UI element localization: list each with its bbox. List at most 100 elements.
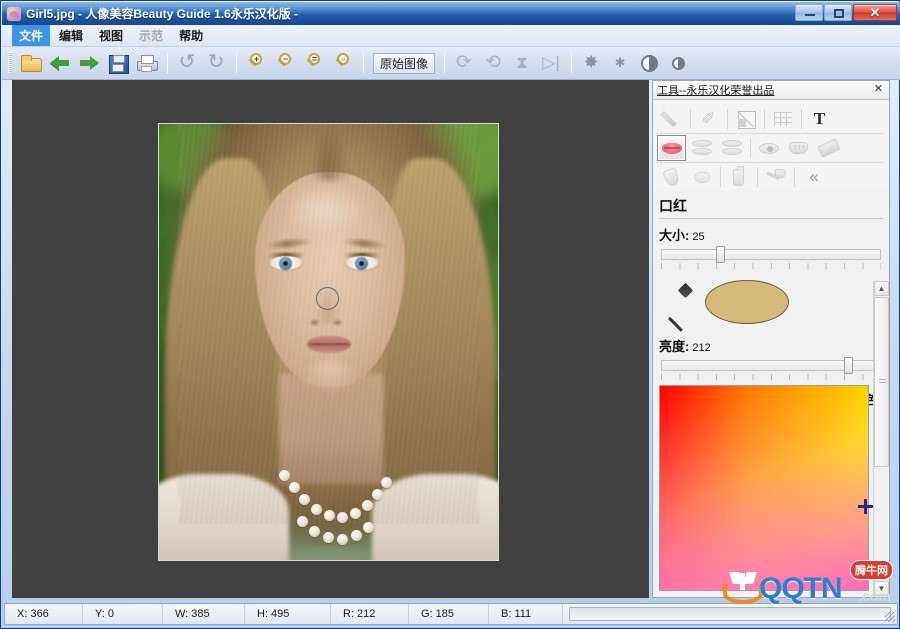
- tool-panel-title: 工具--永乐汉化荣誉出品: [657, 82, 774, 98]
- flip-vertical-button: ⧗: [508, 50, 536, 77]
- smudge-tool-icon: [662, 167, 680, 187]
- open-file-button[interactable]: [17, 50, 45, 77]
- crop-tool-button[interactable]: [731, 106, 760, 132]
- status-blue: B: 111: [489, 604, 563, 624]
- tool-divider: [794, 167, 795, 187]
- scroll-down-icon[interactable]: ▼: [874, 581, 889, 596]
- text-tool-button[interactable]: T: [805, 106, 834, 132]
- zoom-fit-button[interactable]: ▫: [329, 50, 357, 77]
- cheek-tool-b-button[interactable]: [717, 135, 746, 161]
- brush-icon: [766, 168, 786, 186]
- makeup-brush-tool-button[interactable]: [761, 164, 790, 190]
- window-frame: Girl5.jpg - 人像美容Beauty Guide 1.6永乐汉化版 - …: [0, 0, 900, 629]
- color-gradient-picker[interactable]: [659, 385, 869, 591]
- foundation-tool-button[interactable]: [724, 164, 753, 190]
- zoom-fit-icon: ▫: [332, 52, 354, 74]
- text-tool-icon: T: [809, 108, 831, 130]
- contrast-up-button[interactable]: [635, 50, 663, 77]
- eye-tool-icon: [759, 143, 779, 154]
- status-red: R: 212: [331, 604, 409, 624]
- scroll-up-icon[interactable]: ▲: [874, 281, 889, 296]
- grid-tool-button[interactable]: [768, 106, 797, 132]
- tool-grid: ✐ T: [653, 100, 889, 191]
- size-slider[interactable]: [661, 246, 881, 270]
- smudge-tool-button[interactable]: [657, 164, 686, 190]
- zoom-actual-button[interactable]: =: [300, 50, 328, 77]
- curve-tool-button[interactable]: ✐: [694, 106, 723, 132]
- size-slider-ticks: [661, 263, 881, 269]
- bottle-icon: [733, 169, 744, 186]
- toolbar-grip[interactable]: [8, 52, 12, 74]
- menu-item-edit[interactable]: 编辑: [52, 25, 90, 46]
- print-button[interactable]: [133, 50, 161, 77]
- panel-scrollbar[interactable]: ▲ ▼: [873, 281, 888, 596]
- menu-item-help[interactable]: 帮助: [172, 25, 210, 46]
- brightness-label: 亮度: 212: [659, 336, 883, 355]
- rotate-ccw-icon: ⟲: [482, 52, 504, 74]
- scrollbar-thumb[interactable]: [874, 297, 889, 467]
- tool-row-retouch: «: [657, 162, 885, 191]
- flip-horizontal-icon: ▷|◁: [540, 52, 562, 74]
- pearl-necklace: [277, 460, 395, 552]
- photo-image[interactable]: [158, 123, 499, 561]
- brightness-slider-thumb[interactable]: [844, 357, 853, 374]
- original-image-button[interactable]: 原始图像: [373, 53, 435, 74]
- tool-row-shapes: ✐ T: [657, 104, 885, 133]
- tool-panel: 工具--永乐汉化荣誉出品 ✕ ✐: [652, 80, 890, 598]
- tool-divider: [750, 138, 751, 158]
- brightness-down-button[interactable]: ✱: [606, 50, 634, 77]
- zoom-in-button[interactable]: +: [242, 50, 270, 77]
- brightness-slider-ticks: [661, 374, 881, 380]
- size-slider-track[interactable]: [661, 249, 881, 260]
- eye-tool-button[interactable]: [754, 135, 783, 161]
- size-label: 大小: 25: [659, 225, 883, 244]
- eraser-tool-button[interactable]: [814, 135, 843, 161]
- close-button[interactable]: ✕: [853, 4, 897, 21]
- nostril-right: [334, 320, 341, 325]
- menu-item-view[interactable]: 视图: [92, 25, 130, 46]
- cheek-tool-a-button[interactable]: [687, 135, 716, 161]
- current-color-swatch[interactable]: [705, 280, 789, 324]
- panel-close-icon[interactable]: ✕: [872, 83, 885, 96]
- contrast-up-icon: [641, 55, 658, 72]
- chin-highlight: [299, 360, 361, 394]
- lipstick-tool-button[interactable]: [657, 135, 686, 161]
- minimize-button[interactable]: [795, 4, 823, 21]
- brightness-up-button[interactable]: ✸: [577, 50, 605, 77]
- brightness-up-icon: ✸: [580, 52, 602, 74]
- contrast-down-button[interactable]: [664, 50, 692, 77]
- save-button[interactable]: [104, 50, 132, 77]
- print-icon: [136, 52, 158, 74]
- eye-right: [345, 256, 379, 271]
- curve-tool-icon: ✐: [698, 108, 720, 130]
- maximize-button[interactable]: [824, 4, 852, 21]
- teeth-tool-icon: [789, 142, 808, 154]
- forward-arrow-icon: [78, 52, 100, 74]
- circle-brush-cursor: [316, 287, 339, 310]
- grid-tool-icon: [772, 108, 794, 130]
- teeth-tool-button[interactable]: [784, 135, 813, 161]
- cheek-shape-icon: [692, 140, 712, 156]
- open-file-icon: [20, 52, 42, 74]
- application-window: Girl5.jpg - 人像美容Beauty Guide 1.6永乐汉化版 - …: [0, 0, 900, 629]
- tool-divider: [720, 167, 721, 187]
- soften-tool-icon: [694, 172, 710, 183]
- tool-divider: [690, 109, 691, 129]
- brightness-slider[interactable]: [661, 357, 881, 381]
- save-icon: [107, 52, 129, 74]
- soften-tool-button[interactable]: [687, 164, 716, 190]
- eyedropper-icon[interactable]: [667, 284, 693, 320]
- revert-tool-button[interactable]: «: [798, 164, 827, 190]
- menu-item-file[interactable]: 文件: [12, 25, 50, 46]
- back-button[interactable]: [46, 50, 74, 77]
- rotate-ccw-button: ⟲: [479, 50, 507, 77]
- resize-grip-icon[interactable]: [885, 612, 895, 622]
- title-bar: Girl5.jpg - 人像美容Beauty Guide 1.6永乐汉化版 - …: [2, 2, 900, 25]
- size-slider-thumb[interactable]: [716, 246, 725, 263]
- zoom-out-button[interactable]: −: [271, 50, 299, 77]
- redo-icon: ↻: [205, 52, 227, 74]
- main-toolbar: ↺ ↻ + − =: [2, 47, 900, 80]
- forward-button[interactable]: [75, 50, 103, 77]
- line-tool-button[interactable]: [657, 106, 686, 132]
- image-canvas-area[interactable]: [12, 80, 649, 598]
